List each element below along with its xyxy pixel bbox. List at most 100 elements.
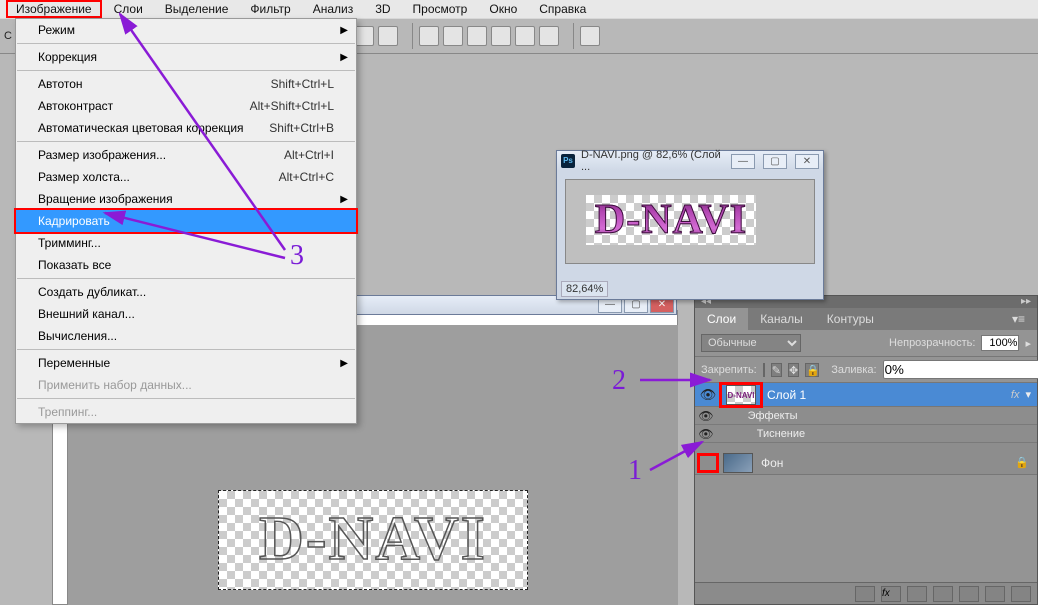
- menu-calculations[interactable]: Вычисления...: [16, 325, 356, 347]
- align-icon[interactable]: [378, 26, 398, 46]
- lock-icon: 🔒: [1015, 456, 1035, 469]
- close-button[interactable]: ✕: [795, 154, 819, 169]
- lock-paint-icon[interactable]: ✎: [771, 363, 782, 377]
- visibility-eye-icon[interactable]: 👁: [695, 409, 717, 423]
- menu-selection[interactable]: Выделение: [155, 1, 239, 17]
- chevron-right-icon: ▶: [340, 194, 348, 205]
- annotation-number-3: 3: [290, 240, 304, 272]
- opacity-input[interactable]: [981, 335, 1019, 351]
- distribute-icon[interactable]: [515, 26, 535, 46]
- menu-filter[interactable]: Фильтр: [240, 1, 300, 17]
- lock-move-icon[interactable]: ✥: [788, 363, 799, 377]
- layers-footer: fx: [695, 582, 1037, 604]
- menu-variables[interactable]: Переменные▶: [16, 352, 356, 374]
- layers-panel: ◂◂▸▸ Слои Каналы Контуры ▾≡ Обычные Непр…: [694, 295, 1038, 605]
- layer-name[interactable]: Слой 1: [763, 388, 1011, 402]
- menu-crop[interactable]: Кадрировать: [16, 210, 356, 232]
- expand-icon[interactable]: ▸▸: [1015, 296, 1037, 308]
- group-icon[interactable]: [959, 586, 979, 602]
- adjustment-icon[interactable]: [933, 586, 953, 602]
- menu-mode[interactable]: Режим▶: [16, 19, 356, 41]
- menubar: Изображение Слои Выделение Фильтр Анализ…: [0, 0, 1038, 18]
- annotation-box-2: D-NAVI: [719, 382, 763, 408]
- panel-menu-icon[interactable]: ▾≡: [1000, 308, 1037, 330]
- annotation-number-2: 2: [612, 365, 626, 397]
- delete-icon[interactable]: [1011, 586, 1031, 602]
- toolbar-group-extra: [573, 23, 606, 49]
- image-menu-dropdown: Режим▶ Коррекция▶ АвтотонShift+Ctrl+L Ав…: [15, 18, 357, 424]
- layer-thumbnail[interactable]: D-NAVI: [726, 385, 756, 405]
- opacity-label: Непрозрачность:: [889, 337, 975, 349]
- menu-help[interactable]: Справка: [529, 1, 596, 17]
- tab-paths[interactable]: Контуры: [815, 308, 886, 330]
- menu-canvas-size[interactable]: Размер холста...Alt+Ctrl+C: [16, 166, 356, 188]
- menu-adjustments[interactable]: Коррекция▶: [16, 46, 356, 68]
- blend-mode-select[interactable]: Обычные: [701, 334, 801, 352]
- toolbar-group-distribute: [412, 23, 565, 49]
- lock-label: Закрепить:: [701, 364, 757, 376]
- menu-analysis[interactable]: Анализ: [303, 1, 364, 17]
- toolbar-prefix: С: [4, 30, 12, 42]
- chevron-right-icon: ▶: [340, 52, 348, 63]
- floating-window-title: D-NAVI.png @ 82,6% (Слой ...: [581, 149, 723, 173]
- fx-icon[interactable]: fx: [881, 586, 901, 602]
- menu-3d[interactable]: 3D: [365, 1, 400, 17]
- annotation-number-1: 1: [628, 455, 642, 487]
- layers-tabs: Слои Каналы Контуры ▾≡: [695, 308, 1037, 330]
- menu-autocontrast[interactable]: АвтоконтрастAlt+Shift+Ctrl+L: [16, 95, 356, 117]
- menu-trap: Треппинг...: [16, 401, 356, 423]
- layer-row-layer1[interactable]: 👁 D-NAVI Слой 1 fx ▾: [695, 383, 1037, 407]
- extra-icon[interactable]: [580, 26, 600, 46]
- menu-view[interactable]: Просмотр: [403, 1, 478, 17]
- layer-name[interactable]: Фон: [757, 456, 1015, 470]
- chevron-right-icon[interactable]: ▸: [1025, 337, 1031, 350]
- layer-thumbnail[interactable]: [723, 453, 753, 473]
- floating-window-titlebar[interactable]: Ps D-NAVI.png @ 82,6% (Слой ... — ▢ ✕: [557, 151, 823, 171]
- menu-autotone[interactable]: АвтотонShift+Ctrl+L: [16, 73, 356, 95]
- selection-text: D-NAVI: [219, 491, 527, 587]
- floating-canvas: D-NAVI: [565, 179, 815, 264]
- menu-window[interactable]: Окно: [479, 1, 527, 17]
- distribute-icon[interactable]: [491, 26, 511, 46]
- mask-icon[interactable]: [907, 586, 927, 602]
- menu-layers[interactable]: Слои: [104, 1, 153, 17]
- lock-transparent-icon[interactable]: [763, 363, 765, 377]
- layer-list: 👁 D-NAVI Слой 1 fx ▾ 👁 Эффекты 👁 Тиснени…: [695, 383, 1037, 475]
- layer-emboss-row[interactable]: 👁 Тиснение: [695, 425, 1037, 443]
- fill-label: Заливка:: [831, 364, 876, 376]
- tab-channels[interactable]: Каналы: [748, 308, 815, 330]
- visibility-eye-icon[interactable]: 👁: [695, 427, 717, 441]
- layer-effects-row[interactable]: 👁 Эффекты: [695, 407, 1037, 425]
- menu-rotate-image[interactable]: Вращение изображения▶: [16, 188, 356, 210]
- chevron-right-icon: ▶: [340, 25, 348, 36]
- chevron-down-icon[interactable]: ▾: [1025, 388, 1035, 401]
- menu-trim[interactable]: Тримминг...: [16, 232, 356, 254]
- layer-row-background[interactable]: Фон 🔒: [695, 451, 1037, 475]
- lock-all-icon[interactable]: 🔒: [805, 363, 819, 377]
- menu-apply-image[interactable]: Внешний канал...: [16, 303, 356, 325]
- new-layer-icon[interactable]: [985, 586, 1005, 602]
- maximize-button[interactable]: ▢: [763, 154, 787, 169]
- fill-input[interactable]: [883, 360, 1038, 379]
- menu-autocolor[interactable]: Автоматическая цветовая коррекцияShift+C…: [16, 117, 356, 139]
- align-icon[interactable]: [354, 26, 374, 46]
- menu-image-size[interactable]: Размер изображения...Alt+Ctrl+I: [16, 144, 356, 166]
- menu-apply-dataset: Применить набор данных...: [16, 374, 356, 396]
- artwork-preview: D-NAVI: [586, 195, 756, 245]
- distribute-icon[interactable]: [443, 26, 463, 46]
- menu-duplicate[interactable]: Создать дубликат...: [16, 281, 356, 303]
- distribute-icon[interactable]: [419, 26, 439, 46]
- visibility-eye-icon[interactable]: 👁: [697, 387, 719, 403]
- document-floating-window[interactable]: Ps D-NAVI.png @ 82,6% (Слой ... — ▢ ✕ D-…: [556, 150, 824, 300]
- selection-marquee: D-NAVI: [218, 490, 528, 590]
- tab-layers[interactable]: Слои: [695, 308, 748, 330]
- annotation-box-1[interactable]: [697, 453, 719, 473]
- fx-badge[interactable]: fx: [1011, 389, 1026, 401]
- menu-image[interactable]: Изображение: [6, 0, 102, 18]
- distribute-icon[interactable]: [467, 26, 487, 46]
- dnavi-logo-text: D-NAVI: [586, 195, 756, 245]
- distribute-icon[interactable]: [539, 26, 559, 46]
- link-layers-icon[interactable]: [855, 586, 875, 602]
- minimize-button[interactable]: —: [731, 154, 755, 169]
- menu-reveal-all[interactable]: Показать все: [16, 254, 356, 276]
